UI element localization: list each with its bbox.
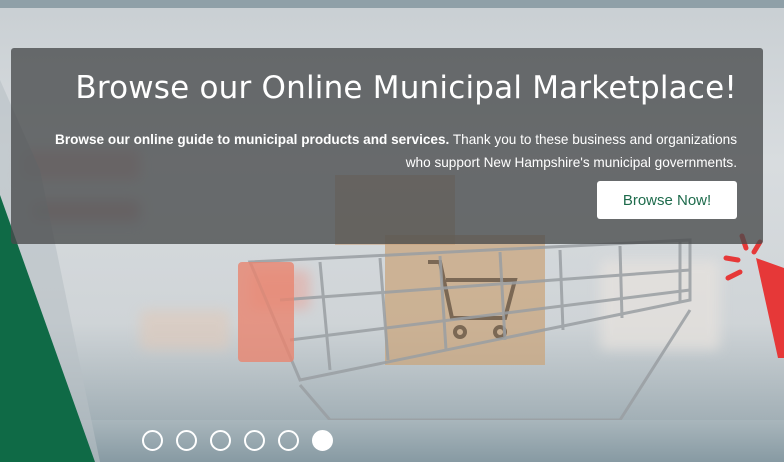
click-pointer-icon	[723, 233, 784, 358]
carousel-dot[interactable]	[278, 430, 299, 451]
bottom-band	[0, 420, 784, 462]
carousel-dot[interactable]	[176, 430, 197, 451]
promo-title: Browse our Online Municipal Marketplace!	[75, 70, 737, 106]
carousel-dot[interactable]	[210, 430, 231, 451]
carousel-dot-active[interactable]	[312, 430, 333, 451]
carousel-dot[interactable]	[142, 430, 163, 451]
promo-description-rest: Thank you to these business and organiza…	[405, 132, 737, 170]
browse-now-button[interactable]: Browse Now!	[597, 181, 737, 219]
carousel-dots	[142, 430, 333, 451]
promo-description-bold: Browse our online guide to municipal pro…	[55, 132, 450, 147]
promo-panel: Browse our Online Municipal Marketplace!…	[11, 48, 763, 244]
promo-description: Browse our online guide to municipal pro…	[37, 128, 737, 174]
carousel-dot[interactable]	[244, 430, 265, 451]
